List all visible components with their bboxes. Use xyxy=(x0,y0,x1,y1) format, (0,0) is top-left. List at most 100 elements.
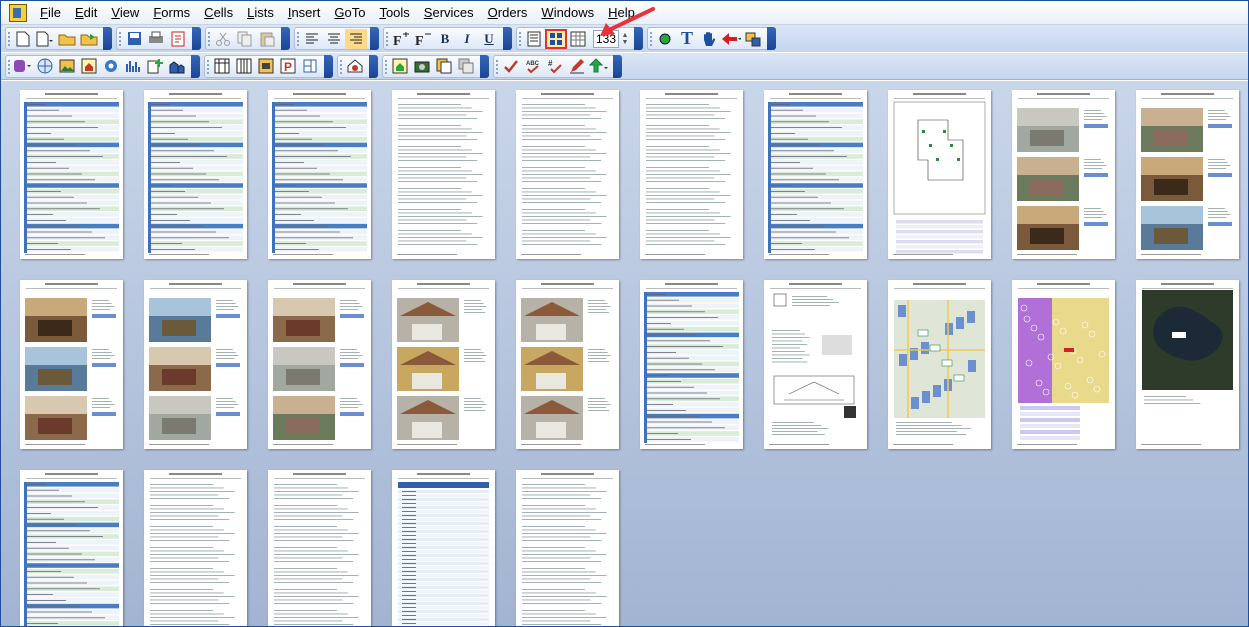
font-size-decrease-button[interactable]: F xyxy=(412,29,434,49)
p-form-button[interactable]: P xyxy=(277,56,299,76)
signature-button[interactable] xyxy=(344,56,366,76)
page-thumbnail[interactable] xyxy=(888,280,991,449)
stack-button[interactable] xyxy=(455,56,477,76)
status-indicator-button[interactable] xyxy=(654,29,676,49)
zoom-input[interactable]: 133 xyxy=(593,29,619,48)
align-left-button[interactable] xyxy=(301,29,323,49)
pan-tool-button[interactable] xyxy=(698,29,720,49)
align-right-button[interactable] xyxy=(345,28,367,49)
menu-tools[interactable]: Tools xyxy=(372,1,416,25)
italic-button[interactable]: I xyxy=(456,29,478,49)
text-tool-button[interactable]: T xyxy=(676,28,698,49)
page-thumbnail[interactable] xyxy=(268,470,371,626)
scissors-icon xyxy=(216,32,230,46)
page-thumbnail[interactable] xyxy=(144,90,247,259)
export-button[interactable] xyxy=(588,56,610,76)
page-preview-text xyxy=(522,473,613,625)
align-center-button[interactable] xyxy=(323,29,345,49)
stamp-tool-button[interactable] xyxy=(742,29,764,49)
single-page-icon xyxy=(527,31,541,46)
font-size-increase-button[interactable]: F xyxy=(390,29,412,49)
review-check-button[interactable] xyxy=(500,56,522,76)
page-thumbnail[interactable] xyxy=(1136,90,1239,259)
page-thumbnail[interactable] xyxy=(640,280,743,449)
menu-goto[interactable]: GoTo xyxy=(327,1,372,25)
menu-cells[interactable]: Cells xyxy=(197,1,240,25)
chart-button[interactable] xyxy=(122,56,144,76)
documents-button[interactable] xyxy=(433,56,455,76)
menu-edit[interactable]: Edit xyxy=(68,1,104,25)
camera-button[interactable] xyxy=(411,56,433,76)
comparables-button[interactable] xyxy=(166,56,188,76)
page-thumbnail[interactable] xyxy=(392,90,495,259)
bold-button[interactable]: B xyxy=(434,29,456,49)
page-thumbnail[interactable] xyxy=(764,90,867,259)
open-recent-button[interactable] xyxy=(78,29,100,49)
menu-view[interactable]: View xyxy=(104,1,146,25)
plus-button[interactable] xyxy=(144,56,166,76)
font-decrease-icon: F xyxy=(415,33,431,46)
svg-text:F: F xyxy=(415,34,424,46)
photo-button[interactable] xyxy=(56,56,78,76)
page-thumbnail[interactable] xyxy=(268,280,371,449)
tools-toolbar-group: T xyxy=(647,27,776,50)
new-from-template-button[interactable] xyxy=(34,29,56,49)
spreadsheet-view-button[interactable] xyxy=(567,29,589,49)
underline-button[interactable]: U xyxy=(478,29,500,49)
menu-orders[interactable]: Orders xyxy=(481,1,535,25)
grid-layout-button[interactable] xyxy=(211,56,233,76)
menu-services[interactable]: Services xyxy=(417,1,481,25)
page-thumbnail[interactable] xyxy=(144,280,247,449)
menu-insert[interactable]: Insert xyxy=(281,1,328,25)
print-button[interactable] xyxy=(145,29,167,49)
align-left-icon xyxy=(306,33,318,43)
page-thumbnail[interactable] xyxy=(1012,90,1115,259)
menu-help[interactable]: Help xyxy=(601,1,642,25)
page-thumbnail[interactable] xyxy=(516,470,619,626)
paste-button[interactable] xyxy=(256,29,278,49)
page-thumbnail[interactable] xyxy=(20,470,123,626)
page-thumbnail[interactable] xyxy=(1136,280,1239,449)
copy-button[interactable] xyxy=(234,29,256,49)
zoom-spinner[interactable]: ▲ ▼ xyxy=(619,29,631,49)
page-thumbnail[interactable] xyxy=(516,280,619,449)
menu-lists[interactable]: Lists xyxy=(240,1,281,25)
number-check-button[interactable]: # xyxy=(544,56,566,76)
page-thumbnail[interactable] xyxy=(640,90,743,259)
pdf-button[interactable] xyxy=(167,29,189,49)
menu-windows[interactable]: Windows xyxy=(534,1,601,25)
page-thumbnail[interactable] xyxy=(888,90,991,259)
new-document-button[interactable] xyxy=(12,29,34,49)
thumbnail-view-button[interactable] xyxy=(545,28,567,49)
page-thumbnail[interactable] xyxy=(20,280,123,449)
paste-icon xyxy=(260,32,275,46)
page-thumbnail[interactable] xyxy=(20,90,123,259)
page-thumbnail[interactable] xyxy=(516,90,619,259)
save-button[interactable] xyxy=(123,29,145,49)
globe-button[interactable] xyxy=(34,56,56,76)
page-thumbnail[interactable] xyxy=(144,470,247,626)
columns-button[interactable] xyxy=(233,56,255,76)
back-arrow-button[interactable] xyxy=(720,29,742,49)
page-thumbnail[interactable] xyxy=(268,90,371,259)
page-view-button[interactable] xyxy=(523,29,545,49)
page-thumbnail[interactable] xyxy=(392,280,495,449)
page-preview-comps xyxy=(397,283,489,445)
floorplan-button[interactable] xyxy=(299,56,321,76)
home-report-button[interactable] xyxy=(389,56,411,76)
page-thumbnail[interactable] xyxy=(392,470,495,626)
camera-page-button[interactable] xyxy=(255,56,277,76)
subject-property-button[interactable] xyxy=(78,56,100,76)
menu-file[interactable]: File xyxy=(33,1,68,25)
annotate-button[interactable] xyxy=(566,56,588,76)
page-thumbnail[interactable] xyxy=(1012,280,1115,449)
add-page-icon xyxy=(147,59,163,74)
menu-forms[interactable]: Forms xyxy=(146,1,197,25)
page-thumbnail[interactable] xyxy=(764,280,867,449)
open-button[interactable] xyxy=(56,29,78,49)
database-button[interactable] xyxy=(12,56,34,76)
search-button[interactable] xyxy=(100,56,122,76)
cut-button[interactable] xyxy=(212,29,234,49)
spellcheck-button[interactable]: ABC xyxy=(522,56,544,76)
page-preview-photos xyxy=(149,283,241,445)
